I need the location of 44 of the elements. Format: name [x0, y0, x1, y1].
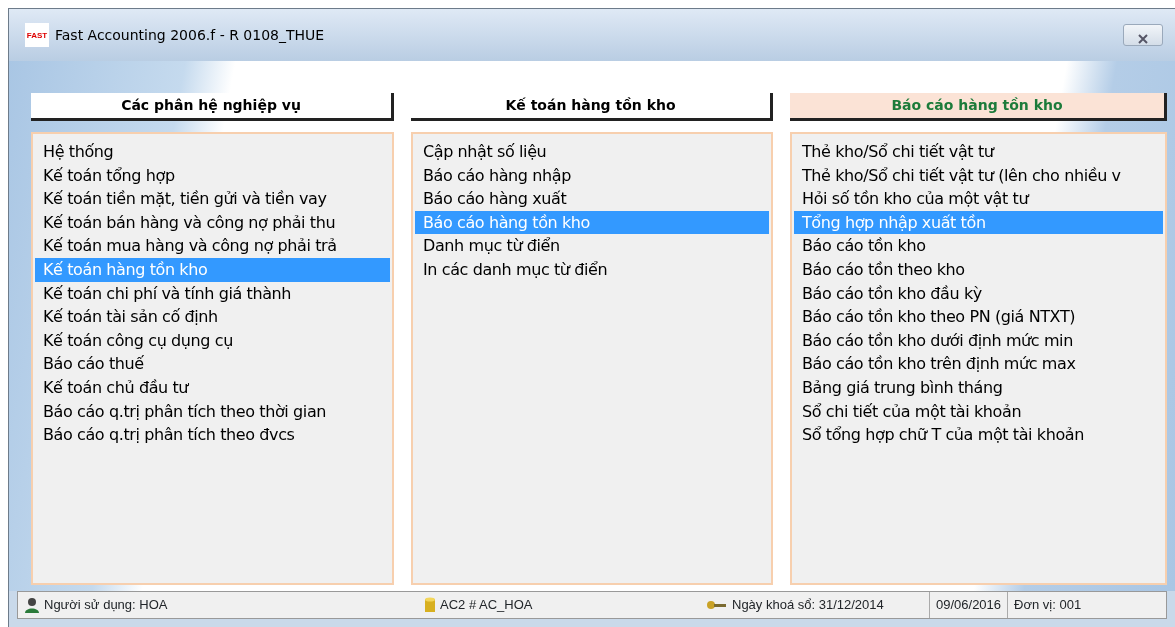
status-text: Đơn vị: 001	[1014, 596, 1082, 615]
status-text: Ngày khoá sổ: 31/12/2014	[732, 596, 884, 615]
panel-header[interactable]: Báo cáo hàng tồn kho	[790, 93, 1167, 121]
menu-item[interactable]: Kế toán công cụ dụng cụ	[35, 328, 390, 353]
window-title: Fast Accounting 2006.f - R 0108_THUE	[55, 25, 325, 45]
menu-item[interactable]: Báo cáo q.trị phân tích theo thời gian	[35, 399, 390, 424]
menu-item[interactable]: Báo cáo tồn theo kho	[794, 257, 1163, 282]
menu-item[interactable]: Thẻ kho/Sổ chi tiết vật tư	[794, 140, 1163, 164]
menu-item[interactable]: Danh mục từ điển	[415, 234, 769, 258]
menu-item[interactable]: Kế toán bán hàng và công nợ phải thu	[35, 210, 390, 235]
database-icon	[424, 597, 436, 613]
menu-item[interactable]: In các danh mục từ điển	[415, 257, 769, 282]
menu-item[interactable]: Báo cáo tồn kho theo PN (giá NTXT)	[794, 305, 1163, 329]
menu-item[interactable]: Báo cáo tồn kho trên định mức max	[794, 352, 1163, 376]
menu-item[interactable]: Hỏi số tồn kho của một vật tư	[794, 187, 1163, 211]
menu-item[interactable]: Kế toán tiền mặt, tiền gửi và tiền vay	[35, 187, 390, 211]
close-button[interactable]	[1123, 24, 1163, 46]
menu-item[interactable]: Báo cáo tồn kho dưới định mức min	[794, 328, 1163, 353]
app-logo: FAST	[25, 23, 49, 47]
menu-item[interactable]: Kế toán tổng hợp	[35, 163, 390, 188]
menu-item[interactable]: Kế toán chủ đầu tư	[35, 375, 390, 400]
menu-item[interactable]: Thẻ kho/Sổ chi tiết vật tư (lên cho nhiều v	[794, 163, 1163, 188]
close-icon	[1137, 33, 1149, 44]
menu-item[interactable]: Kế toán tài sản cố định	[35, 305, 390, 329]
menu-item[interactable]: Báo cáo hàng nhập	[415, 163, 769, 188]
panel-header[interactable]: Kế toán hàng tồn kho	[411, 93, 773, 121]
menu-item[interactable]: Kế toán mua hàng và công nợ phải trả	[35, 234, 390, 258]
status-text: AC2 # AC_HOA	[440, 596, 533, 615]
menu-item[interactable]: Báo cáo thuế	[35, 352, 390, 376]
status-text: 09/06/2016	[936, 596, 1002, 615]
menu-item[interactable]: Kế toán chi phí và tính giá thành	[35, 281, 390, 306]
menu-item[interactable]: Báo cáo tồn kho đầu kỳ	[794, 281, 1163, 306]
key-icon	[706, 598, 728, 612]
panel-header[interactable]: Các phân hệ nghiệp vụ	[31, 93, 394, 121]
person-icon	[24, 597, 40, 613]
menu-item[interactable]: Sổ tổng hợp chữ T của một tài khoản	[794, 423, 1163, 447]
menu-item[interactable]: Sổ chi tiết của một tài khoản	[794, 399, 1163, 424]
menu-item[interactable]: Hệ thống	[35, 140, 390, 164]
menu-item[interactable]: Báo cáo tồn kho	[794, 234, 1163, 258]
menu-item[interactable]: Báo cáo hàng xuất	[415, 187, 769, 211]
menu-item[interactable]: Cập nhật số liệu	[415, 140, 769, 164]
menu-item[interactable]: Báo cáo q.trị phân tích theo đvcs	[35, 423, 390, 447]
status-text: Người sử dụng: HOA	[44, 596, 168, 615]
menu-item[interactable]: Bảng giá trung bình tháng	[794, 375, 1163, 400]
